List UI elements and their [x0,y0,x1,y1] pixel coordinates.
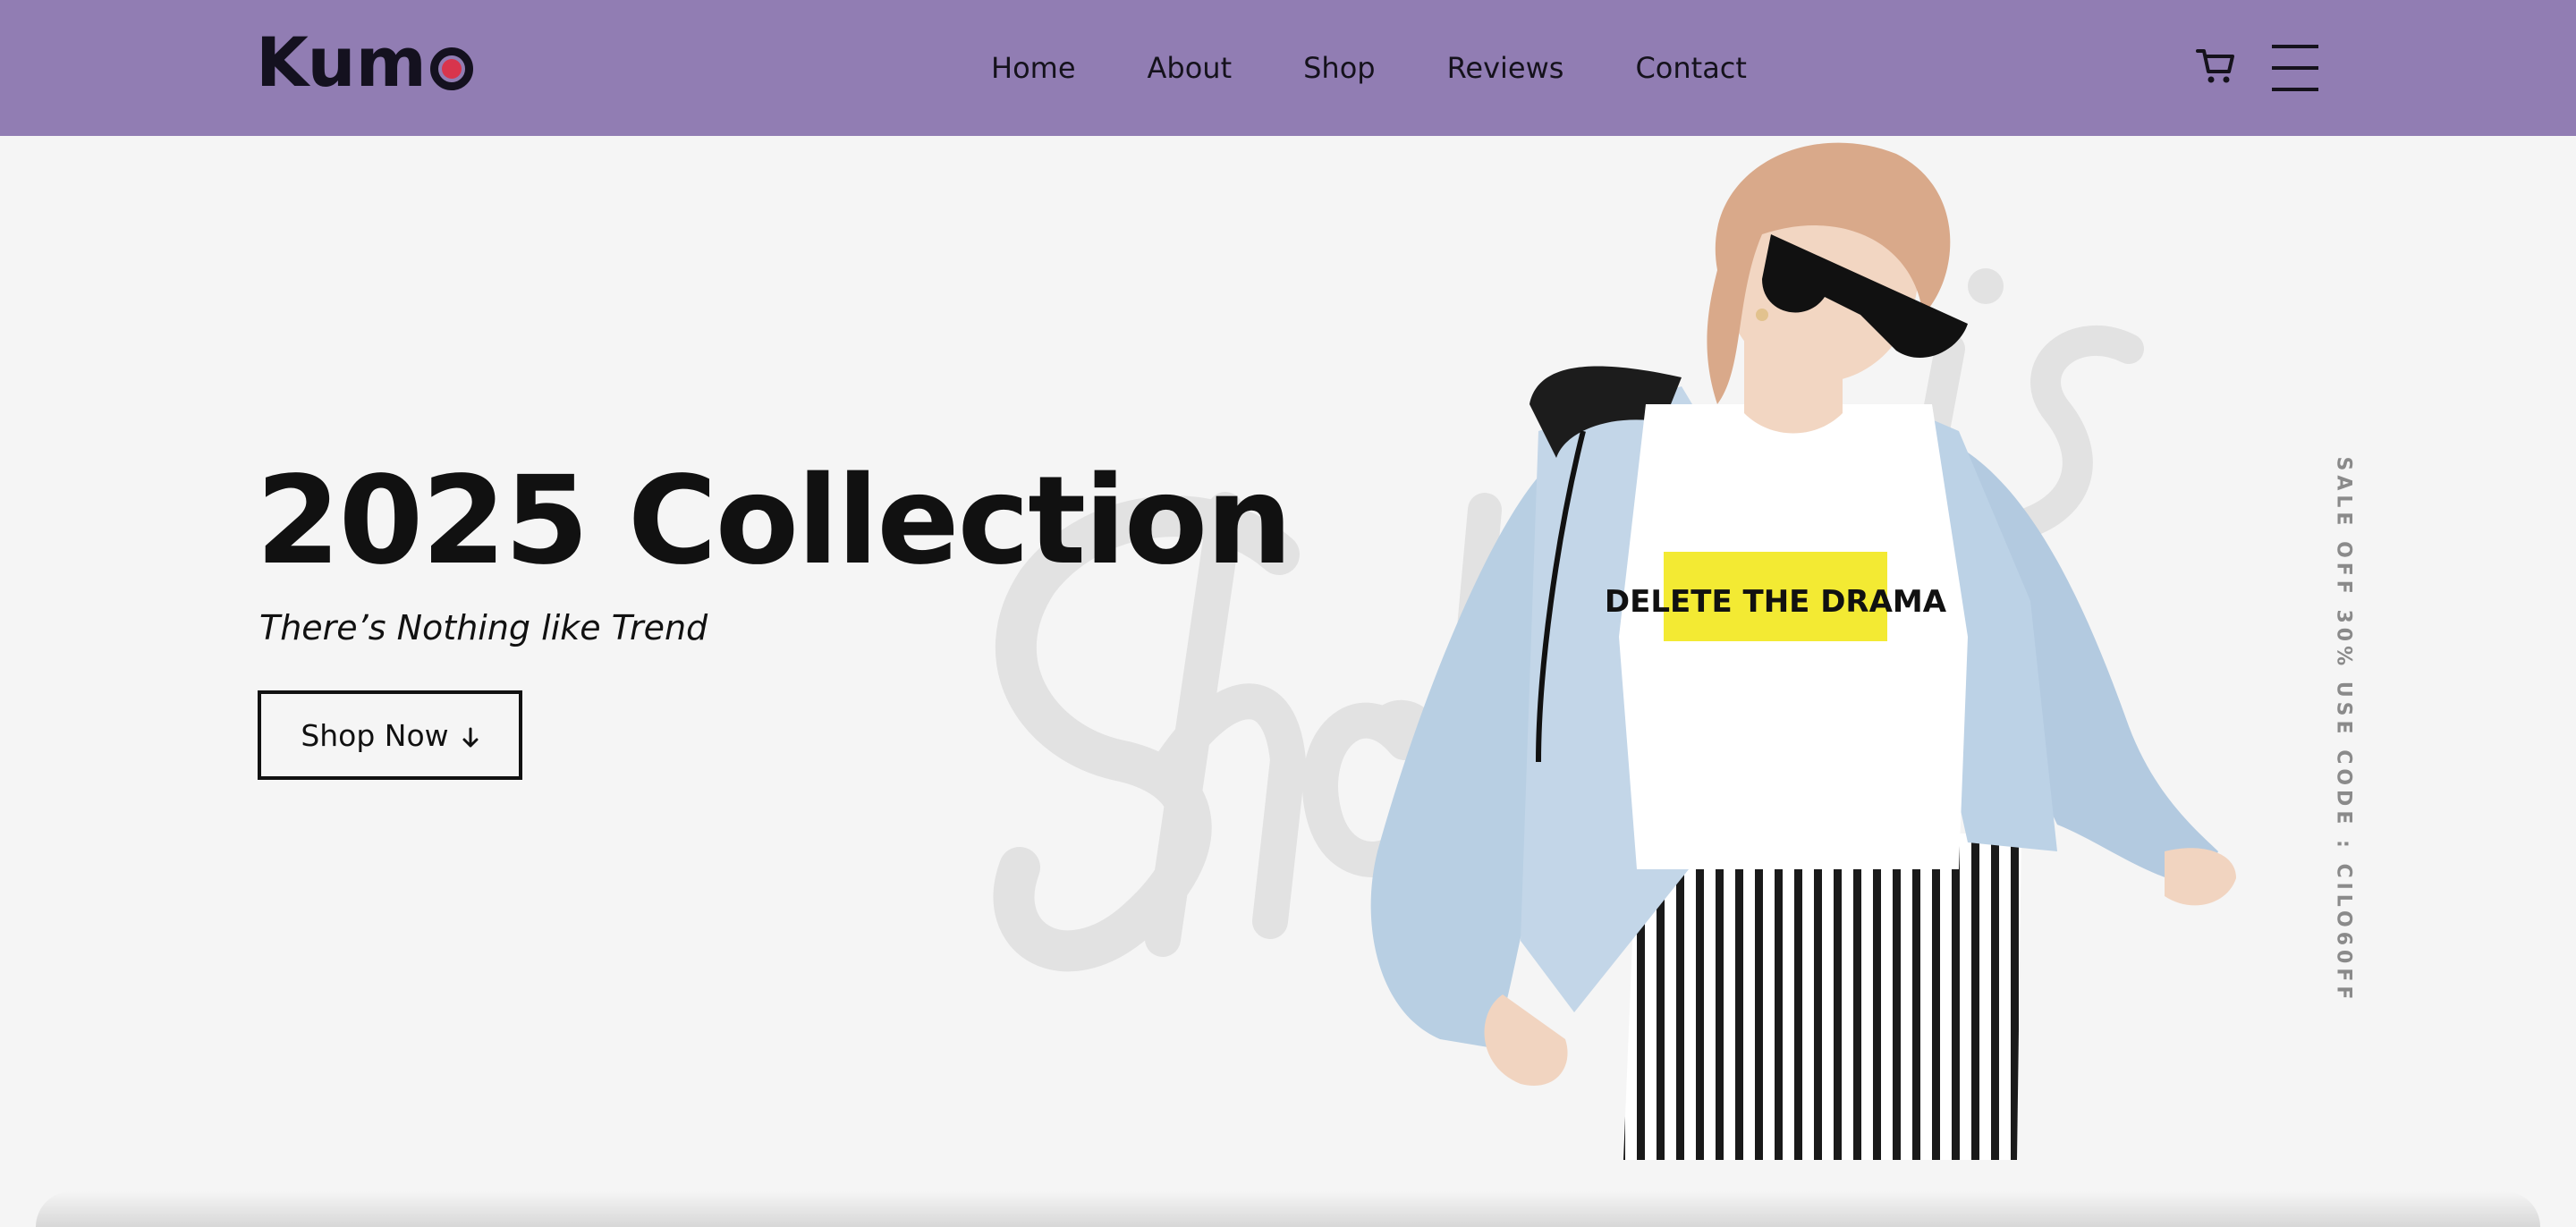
brand-logo[interactable]: Kum [256,27,473,98]
site-header: Kum Home About Shop Reviews Contact [0,0,2576,136]
nav-reviews[interactable]: Reviews [1447,47,1564,89]
main-nav: Home About Shop Reviews Contact [991,47,1818,89]
nav-shop[interactable]: Shop [1303,47,1375,89]
menu-line [2272,66,2318,70]
brand-logo-dot [429,47,473,90]
hero-subtitle: There’s Nothing like Trend [259,608,708,647]
cart-icon[interactable] [2195,45,2236,86]
menu-line [2272,45,2318,48]
hero-title: 2025 Collection [256,451,1292,592]
hamburger-menu-icon[interactable] [2272,45,2318,91]
promo-vertical-text: SALE OFF 30% USE CODE : CILO60FF [2332,456,2355,1004]
model-photo: DELETE THE DRAMA [1370,142,2236,1160]
menu-line [2272,88,2318,91]
brand-logo-text: Kum [256,22,427,102]
shop-now-button[interactable]: Shop Now [258,690,522,780]
svg-text:DELETE THE DRAMA: DELETE THE DRAMA [1605,584,1947,620]
nav-home[interactable]: Home [991,47,1076,89]
arrow-down-icon [462,727,479,749]
shop-now-label: Shop Now [301,717,449,753]
nav-about[interactable]: About [1148,47,1233,89]
page: Kum Home About Shop Reviews Contact 2025… [0,0,2576,1227]
bottom-shadow [36,1191,2540,1227]
nav-contact[interactable]: Contact [1635,47,1747,89]
